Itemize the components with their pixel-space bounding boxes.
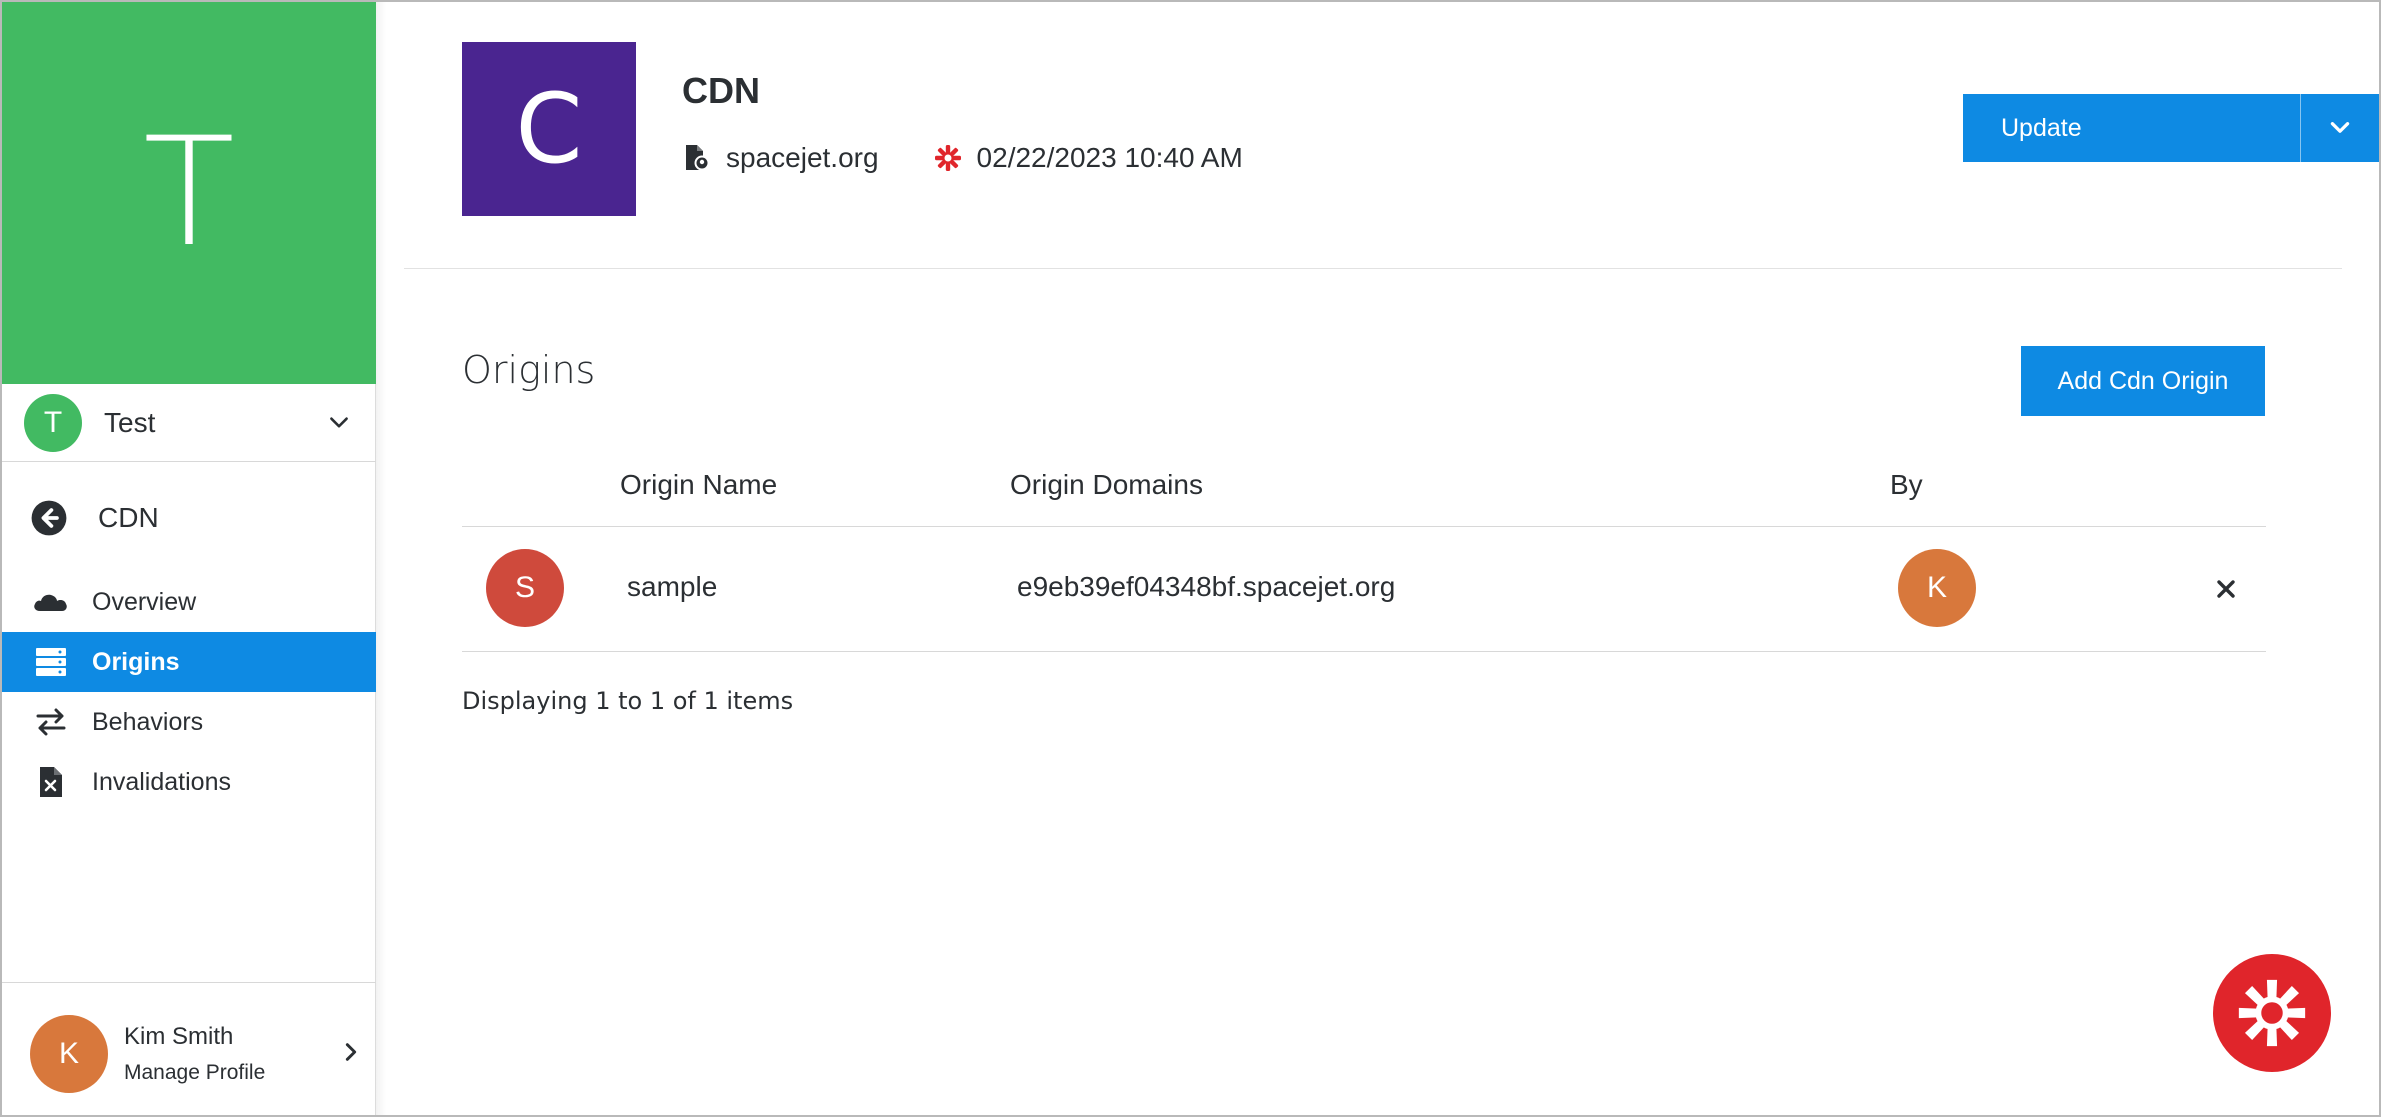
column-header-origin-domains: Origin Domains [1010,469,1203,500]
app-domain: spacejet.org [726,142,879,173]
column-header-by: By [1890,469,1923,500]
app-tile: C [462,42,636,216]
table-header: Origin Name Origin Domains By [462,455,2266,527]
column-header-origin-name: Origin Name [620,469,778,500]
file-x-icon [32,766,70,798]
app-tile-letter: C [515,73,583,185]
org-tile-letter: T [143,106,235,280]
origin-avatar: S [486,549,564,627]
back-to-cdn[interactable]: CDN [2,488,376,548]
org-selector[interactable]: T Test [2,384,376,462]
org-selector-label: Test [104,406,156,438]
sidebar-item-label: Behaviors [92,707,204,736]
update-button[interactable]: Update [1963,94,2300,162]
manage-profile[interactable]: K Kim Smith Manage Profile [2,982,376,1115]
sidebar-item-label: Overview [92,587,197,616]
update-split-button: Update [1963,94,2379,162]
delete-origin-button[interactable] [2212,575,2240,603]
sidebar-item-label: Origins [92,647,180,676]
sidebar-nav: Overview Origins Behaviors Invalidations [2,572,376,812]
cloud-icon [32,586,70,618]
origin-domain: e9eb39ef04348bf.spacejet.org [1017,571,1396,602]
profile-subtitle: Manage Profile [124,1061,266,1084]
sidebar-item-label: Invalidations [92,767,231,796]
sidebar: T T Test CDN Overview Origins Behaviors … [2,2,376,1115]
brand-assistant-button[interactable] [2213,954,2331,1072]
add-cdn-origin-button[interactable]: Add Cdn Origin [2021,346,2265,416]
header-divider [404,268,2342,269]
section-title: Origins [462,348,596,392]
chevron-down-icon [330,417,348,428]
origin-name[interactable]: sample [627,571,717,603]
chevron-down-icon [2330,122,2350,133]
sidebar-item-overview[interactable]: Overview [2,572,376,632]
app-meta: spacejet.org 02/22/2023 10:40 AM [682,138,1243,178]
profile-name: Kim Smith [124,1023,234,1050]
sidebar-item-behaviors[interactable]: Behaviors [2,692,376,752]
brand-logo-icon [2238,979,2306,1047]
table-row[interactable]: S sample e9eb39ef04348bf.spacejet.org K [462,527,2266,652]
created-by-avatar: K [1898,549,1976,627]
pagination-info: Displaying 1 to 1 of 1 items [462,687,794,715]
swap-arrows-icon [32,706,70,738]
org-tile: T [2,2,376,384]
avatar: K [30,1015,108,1093]
close-icon [2217,580,2235,598]
server-stack-icon [32,646,70,678]
chevron-right-icon [345,1043,357,1061]
org-avatar: T [24,393,82,452]
sidebar-item-origins[interactable]: Origins [2,632,376,692]
back-label: CDN [98,502,159,533]
app-created-date: 02/22/2023 10:40 AM [976,142,1243,173]
sidebar-shadow [376,2,386,1115]
origins-table: Origin Name Origin Domains By S sample e… [462,455,2266,652]
brand-logo-icon [933,142,963,174]
update-dropdown-toggle[interactable] [2301,94,2379,162]
page-title: CDN [682,70,760,111]
sidebar-item-invalidations[interactable]: Invalidations [2,752,376,812]
domain-file-icon [682,142,712,174]
arrow-left-circle-icon [31,500,67,536]
